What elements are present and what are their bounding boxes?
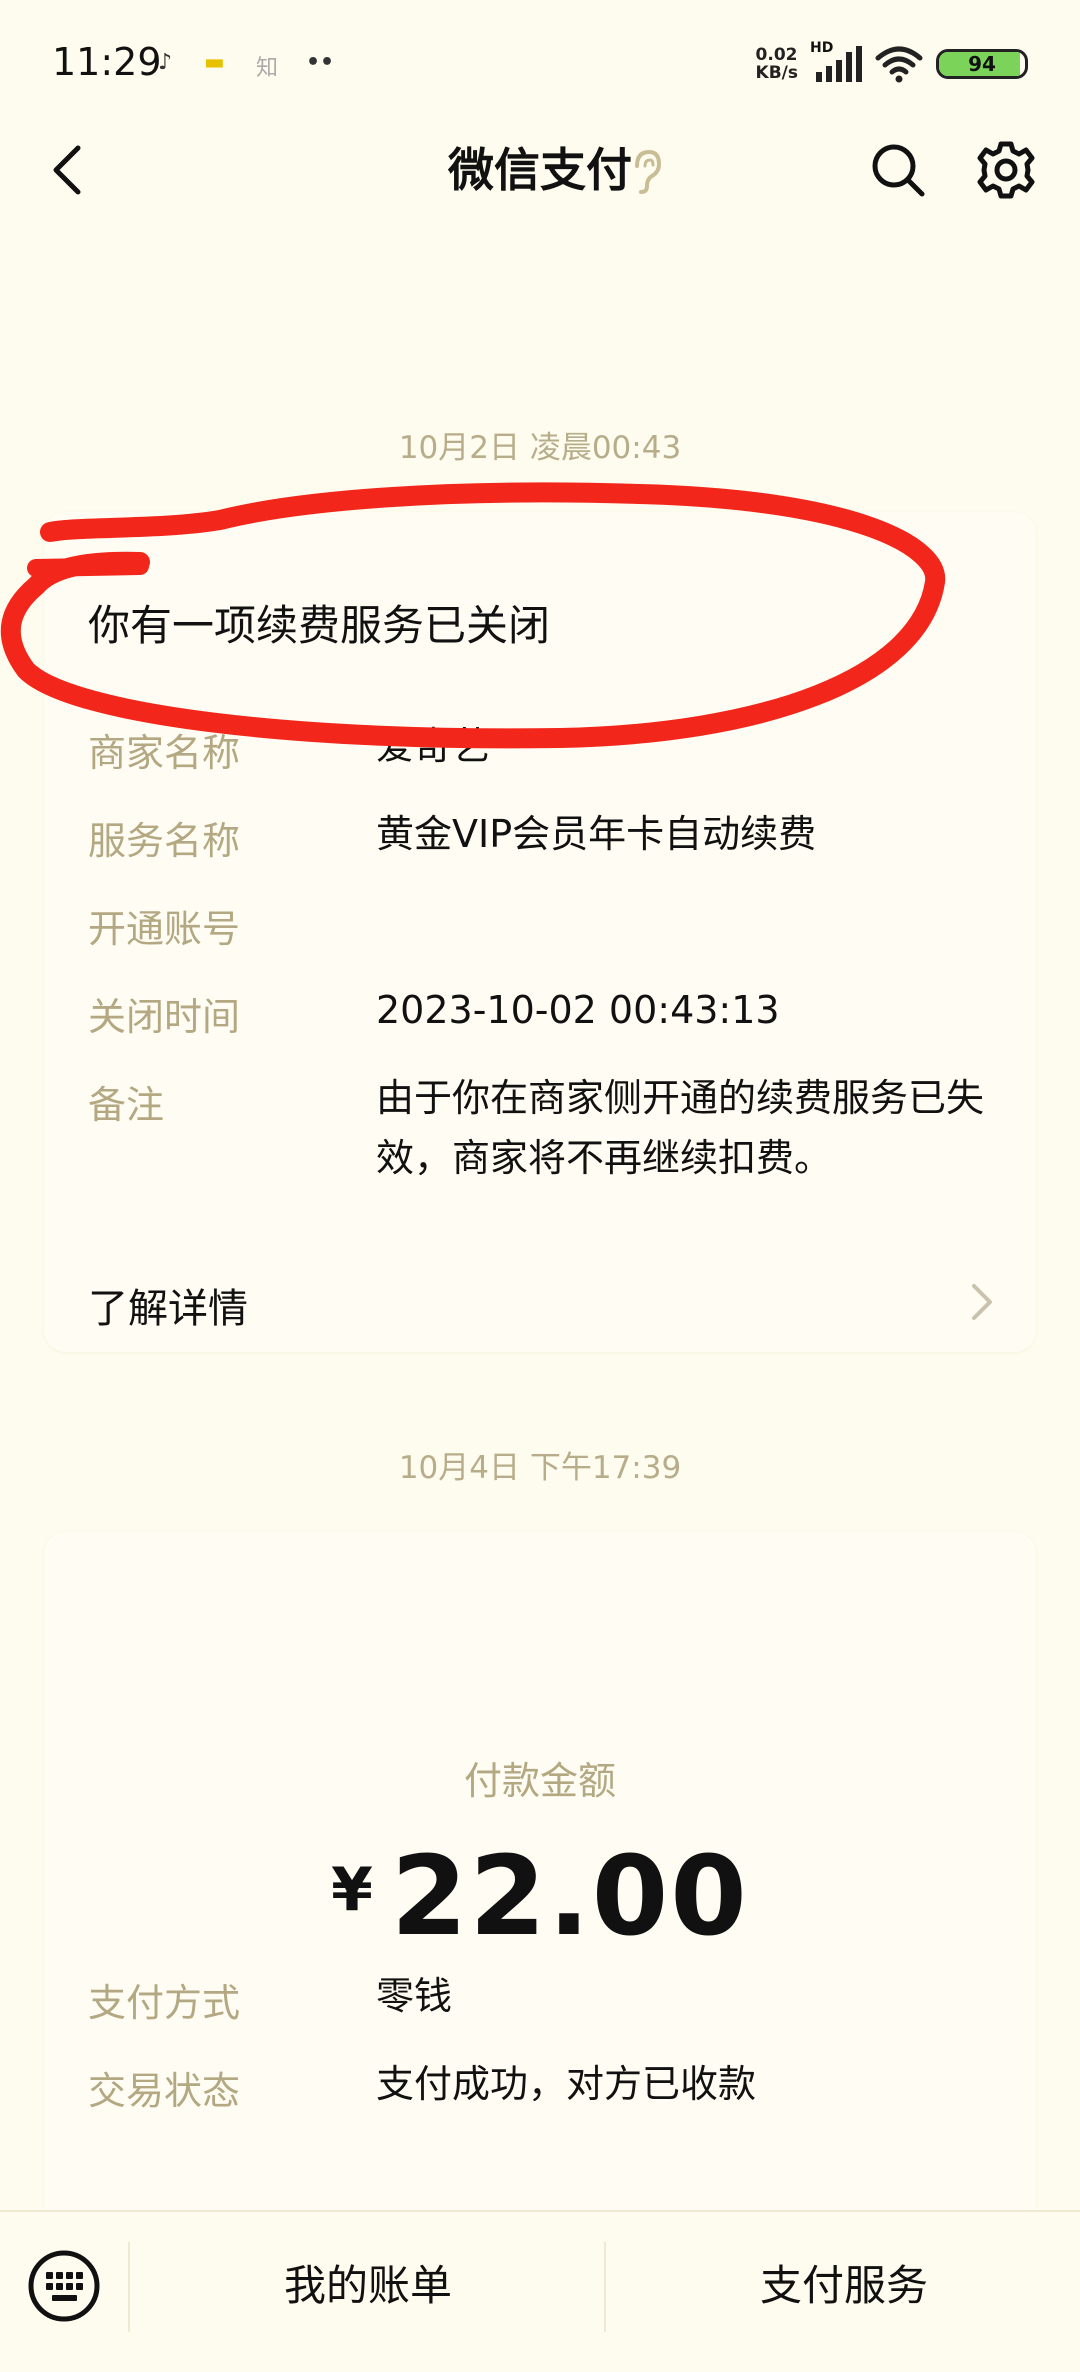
my-bills-menu[interactable]: 我的账单 (158, 2252, 578, 2313)
currency-symbol: ¥ (331, 1855, 373, 1925)
row-value: 爱奇艺 (376, 724, 491, 768)
row-account: 开通账号 (88, 898, 1008, 958)
row-label: 关闭时间 (88, 995, 241, 1039)
row-label: 支付方式 (88, 1981, 241, 2025)
row-value: 黄金VIP会员年卡自动续费 (376, 812, 817, 856)
network-speed-unit: KB/s (755, 63, 798, 83)
keyboard-toggle-icon[interactable] (26, 2248, 102, 2324)
network-speed-value: 0.02 (755, 45, 798, 65)
status-time: 11:29 (52, 40, 162, 84)
bottom-divider (128, 2242, 130, 2332)
notice2-timestamp: 10月4日 下午17:39 (398, 1450, 682, 1486)
amount-value: 22.00 (390, 1832, 749, 1960)
app-notification-icon: ▬ (204, 50, 225, 75)
page-title: 微信支付 (448, 143, 632, 197)
gear-icon[interactable] (974, 138, 1038, 202)
more-notifications-icon: •• (306, 50, 335, 75)
battery-level: 94 (968, 52, 996, 76)
row-trade-status: 交易状态 支付成功，对方已收款 (88, 2060, 1008, 2120)
row-merchant: 商家名称 爱奇艺 (88, 722, 1008, 782)
status-bar: 11:29 ♪ ▬ 知 •• 0.02 KB/s HD 94 (0, 0, 1080, 130)
row-label: 开通账号 (88, 907, 241, 951)
zhihu-icon: 知 (256, 56, 279, 81)
learn-more-label: 了解详情 (88, 1286, 248, 1332)
network-speed: 0.02 KB/s (756, 46, 798, 82)
payment-card: 付款金额 ¥22.00 支付方式 零钱 交易状态 支付成功，对方已收款 (44, 1532, 1036, 2222)
row-service: 服务名称 黄金VIP会员年卡自动续费 (88, 810, 1008, 870)
ear-icon[interactable] (625, 146, 665, 196)
row-label: 备注 (88, 1083, 165, 1127)
row-pay-method: 支付方式 零钱 (88, 1972, 1008, 2032)
chevron-right-icon (972, 1284, 992, 1320)
tiktok-icon: ♪ (158, 50, 173, 75)
row-close-time: 关闭时间 2023-10-02 00:43:13 (88, 986, 1008, 1046)
nav-bar: 微信支付 (0, 130, 1080, 210)
status-right-group: 0.02 KB/s HD 94 (756, 40, 1028, 84)
notice1-timestamp: 10月2日 凌晨00:43 (398, 430, 682, 466)
row-value: 支付成功，对方已收款 (376, 2062, 757, 2106)
row-value: 由于你在商家侧开通的续费服务已失效，商家将不再继续扣费。 (376, 1076, 985, 1180)
payment-services-menu[interactable]: 支付服务 (634, 2252, 1054, 2313)
row-label: 商家名称 (88, 731, 241, 775)
bottom-menu-bar: 我的账单 支付服务 (0, 2210, 1080, 2372)
row-value: 2023-10-02 00:43:13 (376, 988, 780, 1032)
learn-more-link[interactable]: 了解详情 (44, 1252, 1036, 1352)
renewal-closed-card: 你有一项续费服务已关闭 商家名称 爱奇艺 服务名称 黄金VIP会员年卡自动续费 … (44, 512, 1036, 1352)
row-remark: 备注 由于你在商家侧开通的续费服务已失效，商家将不再继续扣费。 (88, 1074, 1008, 1204)
amount-label: 付款金额 (463, 1759, 616, 1803)
row-label: 交易状态 (88, 2069, 241, 2113)
search-icon[interactable] (866, 138, 930, 202)
battery-indicator: 94 (936, 49, 1028, 79)
row-value: 零钱 (376, 1974, 453, 2018)
wifi-icon (875, 46, 923, 83)
card-title: 你有一项续费服务已关闭 (88, 601, 551, 650)
payment-amount: ¥22.00 (44, 1832, 1036, 1960)
row-label: 服务名称 (88, 819, 241, 863)
bottom-divider (604, 2242, 606, 2332)
signal-icon: HD (810, 40, 862, 84)
